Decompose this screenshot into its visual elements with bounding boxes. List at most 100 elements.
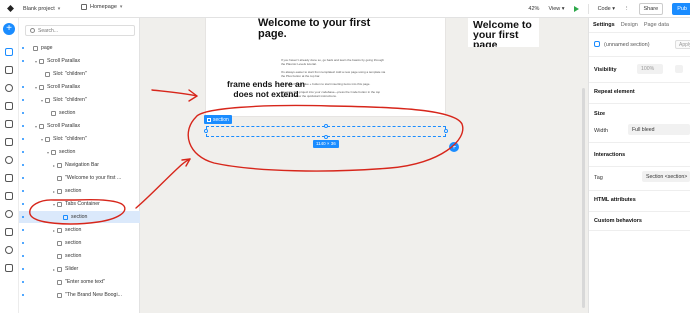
visibility-dot-icon[interactable] [22, 112, 24, 114]
tree-row[interactable]: "Welcome to your first ... [19, 172, 140, 184]
tree-row[interactable]: ▾ section [19, 146, 140, 158]
tree-row[interactable]: section [19, 107, 140, 119]
history-icon[interactable] [5, 246, 13, 254]
tree-row[interactable]: section [19, 237, 140, 249]
tree-row[interactable]: ▾ Tabs Container [19, 198, 140, 210]
play-icon[interactable] [573, 6, 579, 12]
tree-row[interactable]: page [19, 42, 140, 54]
visibility-dot-icon[interactable] [22, 268, 24, 270]
node-icon [45, 71, 50, 77]
resize-handle[interactable] [324, 124, 328, 128]
share-button[interactable]: Share [638, 3, 664, 15]
visibility-dot-icon[interactable] [22, 190, 24, 192]
theme-icon[interactable] [5, 210, 13, 218]
size-label[interactable]: Size [594, 111, 605, 117]
add-button[interactable]: + [3, 23, 15, 35]
imports-icon[interactable] [5, 228, 13, 236]
visibility-dot-icon[interactable] [22, 294, 24, 296]
apply-button[interactable]: Apply [675, 40, 690, 49]
page-selector[interactable]: Homepage ▾ [81, 4, 122, 10]
visibility-dot-icon[interactable] [22, 99, 24, 101]
resize-handle[interactable] [324, 135, 328, 139]
tree-row[interactable]: ▾ Slot: "children" [19, 94, 140, 106]
selection-tag[interactable]: section [204, 115, 232, 124]
resize-handle[interactable] [204, 129, 208, 133]
resize-handle[interactable] [444, 129, 448, 133]
more-icon[interactable]: ⋮ [624, 6, 630, 12]
visibility-dot-icon[interactable] [22, 86, 24, 88]
data-icon[interactable] [5, 174, 13, 182]
publish-button[interactable]: Pub [672, 3, 690, 15]
tree-row[interactable]: ▸ Slider [19, 263, 140, 275]
project-name[interactable]: Blank project [23, 6, 55, 12]
search-box[interactable] [25, 25, 135, 36]
components-icon[interactable] [5, 84, 13, 92]
fonts-icon[interactable] [5, 192, 13, 200]
styles-icon[interactable] [5, 120, 13, 128]
visibility-dot-icon[interactable] [22, 216, 24, 218]
visibility-dot-icon[interactable] [22, 125, 24, 127]
visibility-dot-icon[interactable] [22, 47, 24, 49]
intro-paragraph[interactable]: If you haven't already done so, go back … [281, 58, 386, 66]
element-name[interactable]: (unnamed section) [604, 42, 650, 48]
visibility-dot-icon[interactable] [22, 151, 24, 153]
interactions-label[interactable]: Interactions [594, 152, 625, 158]
tree-row-label: page [41, 45, 53, 51]
visibility-dot-icon[interactable] [22, 229, 24, 231]
divider [587, 4, 589, 14]
intro-paragraph[interactable]: It's always easier to start from templat… [281, 70, 386, 78]
tree-row[interactable]: ▾ Scroll Parallax [19, 81, 140, 93]
tab-page-data[interactable]: Page data [644, 22, 669, 28]
artboard-frame-secondary[interactable]: Welcome to your first page [468, 18, 539, 47]
eye-icon[interactable] [675, 65, 683, 73]
visibility-dot-icon[interactable] [22, 281, 24, 283]
tree-row[interactable]: ▾ Scroll Parallax [19, 55, 140, 67]
divider [589, 142, 690, 143]
selected-section-outline[interactable] [204, 124, 448, 139]
outline-icon[interactable] [5, 48, 13, 56]
tree-row[interactable]: section [19, 211, 140, 223]
welcome-heading[interactable]: Welcome to your first page. [258, 18, 398, 40]
tokens-icon[interactable] [5, 102, 13, 110]
tab-settings[interactable]: Settings [593, 22, 615, 28]
tag-select[interactable]: Section <section> [642, 171, 690, 182]
help-icon[interactable] [5, 264, 13, 272]
welcome-heading[interactable]: Welcome to your first page [473, 20, 539, 47]
visibility-dot-icon[interactable] [22, 177, 24, 179]
tree-row[interactable]: Slot: "children" [19, 68, 140, 80]
artboard-frame[interactable]: Welcome to your first page. If you haven… [206, 18, 445, 116]
visibility-dot-icon[interactable] [22, 60, 24, 62]
pages-icon[interactable] [5, 66, 13, 74]
chevron-down-icon[interactable]: ▾ [58, 6, 61, 12]
zoom-level[interactable]: 42% [528, 6, 539, 12]
tree-row[interactable]: ▸ Navigation Bar [19, 159, 140, 171]
view-menu[interactable]: View ▾ [548, 6, 564, 12]
tree-row[interactable]: "The Brand New Boogi... [19, 289, 140, 301]
visibility-select[interactable]: 100% [637, 64, 663, 74]
code-button[interactable]: Code ▾ [598, 6, 615, 12]
custom-behaviors-label[interactable]: Custom behaviors [594, 218, 642, 224]
search-input[interactable] [38, 27, 128, 34]
tree-row[interactable]: ▾ Slot: "children" [19, 133, 140, 145]
insert-plus-button[interactable]: + [449, 142, 459, 152]
repeat-label[interactable]: Repeat element [594, 89, 635, 95]
visibility-dot-icon[interactable] [22, 203, 24, 205]
visibility-dot-icon[interactable] [22, 164, 24, 166]
tree-row[interactable]: ▸ section [19, 185, 140, 197]
tree-row[interactable]: ▸ section [19, 224, 140, 236]
tree-row[interactable]: section [19, 250, 140, 262]
tab-design[interactable]: Design [621, 22, 638, 28]
width-select[interactable]: Full bleed [628, 124, 690, 135]
html-attributes-label[interactable]: HTML attributes [594, 197, 636, 203]
visibility-dot-icon[interactable] [22, 138, 24, 140]
app-logo-icon[interactable] [6, 4, 15, 13]
tree-row[interactable]: "Enter some text" [19, 276, 140, 288]
visibility-dot-icon[interactable] [22, 255, 24, 257]
canvas-scrollbar[interactable] [582, 88, 585, 308]
tree-row[interactable]: ▾ Scroll Parallax [19, 120, 140, 132]
canvas[interactable]: Welcome to your first page. If you haven… [140, 18, 588, 313]
settings-icon[interactable] [5, 156, 13, 164]
assets-icon[interactable] [5, 138, 13, 146]
chevron-down-icon: ▾ [119, 4, 123, 10]
visibility-dot-icon[interactable] [22, 242, 24, 244]
